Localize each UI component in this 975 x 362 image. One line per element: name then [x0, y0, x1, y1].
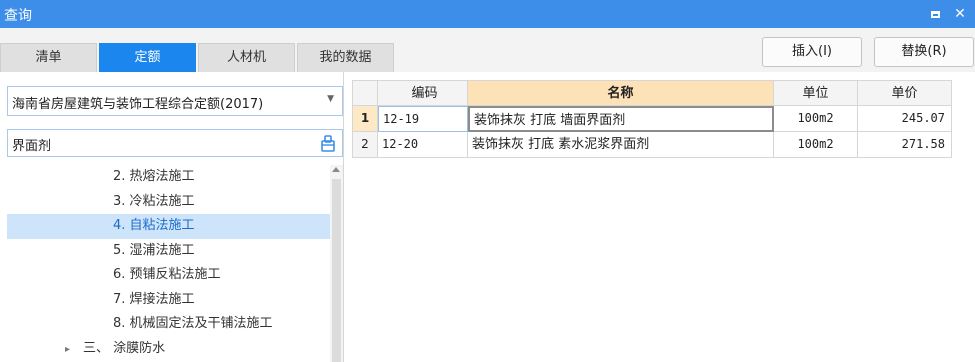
tab-my-data[interactable]: 我的数据 [297, 43, 394, 72]
dataset-select[interactable]: 海南省房屋建筑与装饰工程综合定额(2017) ▼ [7, 86, 343, 116]
results-table: 编码 名称 单位 单价 1 12-19 装饰抹灰 打底 墙面界面剂 100m2 245.… [352, 80, 952, 158]
cell-unit[interactable]: 100m2 [774, 132, 858, 158]
tree-item-label: 6. 预铺反粘法施工 [113, 267, 221, 282]
table-row[interactable]: 2 12-20 装饰抹灰 打底 素水泥浆界面剂 100m2 271.58 [352, 132, 952, 158]
replace-button[interactable]: 替换(R) [874, 37, 974, 67]
chevron-down-icon[interactable]: ▼ [327, 94, 334, 104]
quota-tree: 2. 热熔法施工 3. 冷粘法施工 4. 自粘法施工 5. 湿浦法施工 6. 预铺反粘法… [7, 165, 330, 362]
search-input[interactable]: 界面剂 [7, 129, 343, 157]
tree-item-label: 三、 涂膜防水 [83, 340, 166, 356]
cell-name[interactable]: 装饰抹灰 打底 素水泥浆界面剂 [468, 132, 774, 158]
header-price[interactable]: 单价 [858, 80, 952, 106]
search-filter-icon[interactable] [320, 134, 336, 152]
tree-item[interactable]: 8. 机械固定法及干铺法施工 [7, 312, 330, 337]
maximize-icon[interactable] [925, 4, 945, 24]
tree-item[interactable]: 2. 热熔法施工 [7, 165, 330, 190]
tree-item-label: 3. 冷粘法施工 [113, 193, 195, 209]
row-number[interactable]: 2 [352, 132, 378, 158]
title-bar: 查询 ✕ [0, 0, 975, 28]
cell-unit[interactable]: 100m2 [774, 106, 858, 132]
window-title: 查询 [4, 8, 32, 24]
insert-button[interactable]: 插入(I) [762, 37, 862, 67]
tree-item[interactable]: 6. 预铺反粘法施工 [7, 263, 330, 288]
row-number[interactable]: 1 [352, 106, 378, 132]
cell-code[interactable]: 12-19 [378, 106, 468, 132]
cell-price[interactable]: 245.07 [858, 106, 952, 132]
tree-item[interactable]: 4. 自粘法施工 [7, 214, 330, 239]
tree-item-label: 7. 焊接法施工 [113, 291, 195, 307]
header-unit[interactable]: 单位 [774, 80, 858, 106]
expand-arrow-icon[interactable]: ▸ [65, 338, 83, 362]
cell-price[interactable]: 271.58 [858, 132, 952, 158]
scroll-thumb[interactable] [332, 179, 341, 362]
tree-item-label: 2. 热熔法施工 [113, 169, 195, 184]
tree-item[interactable]: 5. 湿浦法施工 [7, 239, 330, 264]
header-name[interactable]: 名称 [468, 80, 774, 106]
tree-item-label: 8. 机械固定法及干铺法施工 [113, 316, 273, 331]
left-panel: 海南省房屋建筑与装饰工程综合定额(2017) ▼ 界面剂 2. 热熔法施工 3. … [0, 72, 344, 362]
tree-item-label: 5. 湿浦法施工 [113, 242, 195, 258]
scroll-up-icon[interactable] [332, 167, 340, 172]
table-header: 编码 名称 单位 单价 [352, 80, 952, 106]
table-row[interactable]: 1 12-19 装饰抹灰 打底 墙面界面剂 100m2 245.07 [352, 106, 952, 132]
header-row-num [352, 80, 378, 106]
tree-scrollbar[interactable] [330, 165, 343, 362]
cell-name[interactable]: 装饰抹灰 打底 墙面界面剂 [468, 106, 774, 132]
cell-code[interactable]: 12-20 [378, 132, 468, 158]
close-icon[interactable]: ✕ [950, 4, 970, 24]
tab-bill[interactable]: 清单 [0, 43, 97, 72]
search-input-value: 界面剂 [12, 139, 52, 154]
tree-item[interactable]: 3. 冷粘法施工 [7, 190, 330, 215]
dataset-select-value: 海南省房屋建筑与装饰工程综合定额(2017) [12, 97, 264, 112]
tab-quota[interactable]: 定额 [99, 43, 196, 72]
tree-item[interactable]: 7. 焊接法施工 [7, 288, 330, 313]
tab-materials[interactable]: 人材机 [198, 43, 295, 72]
header-code[interactable]: 编码 [378, 80, 468, 106]
tree-item-label: 4. 自粘法施工 [113, 218, 195, 233]
tree-item[interactable]: ▸ 三、 涂膜防水 [7, 337, 330, 362]
